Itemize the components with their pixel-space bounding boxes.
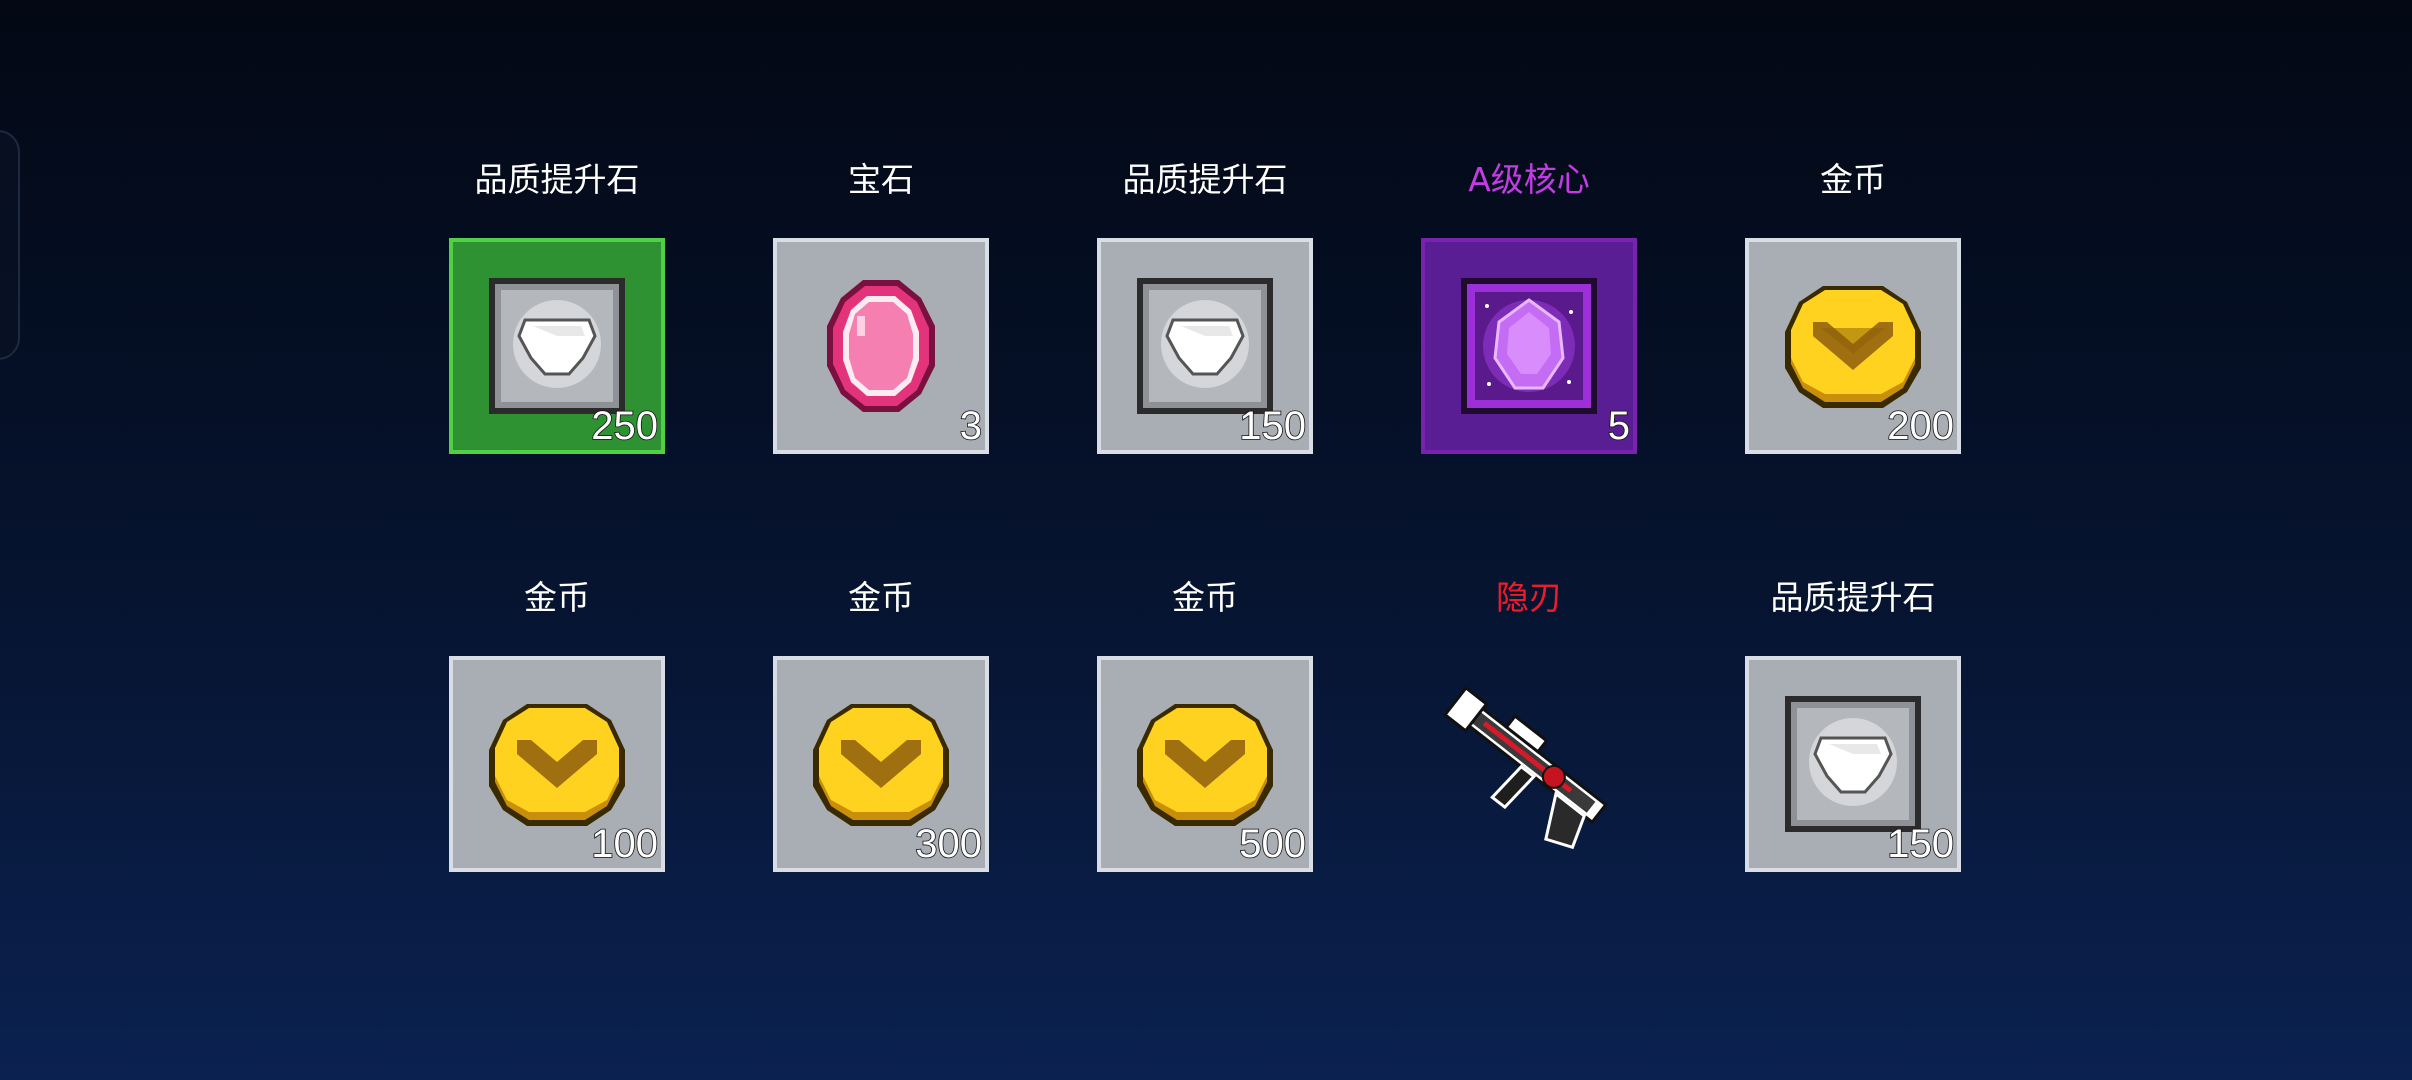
reward-tile[interactable]: 150 (1097, 238, 1313, 454)
reward-name: 宝石 (848, 160, 914, 199)
reward-tile[interactable]: 3 (773, 238, 989, 454)
reward-count: 3 (959, 403, 983, 449)
reward-tile[interactable]: 150 (1745, 656, 1961, 872)
gun-icon (1431, 662, 1627, 858)
reward-tile[interactable]: 300 (773, 656, 989, 872)
reward-tile[interactable]: 5 (1421, 238, 1637, 454)
reward-count: 500 (1238, 821, 1306, 867)
quality-stone-icon (1135, 276, 1275, 416)
quality-stone-icon (1783, 694, 1923, 834)
reward-tile[interactable] (1421, 656, 1637, 872)
reward-tile[interactable]: 200 (1745, 238, 1961, 454)
side-panel-tab[interactable] (0, 130, 20, 360)
gold-coin-icon (1783, 276, 1923, 416)
reward-count: 5 (1607, 403, 1631, 449)
reward-name: 品质提升石 (1770, 578, 1936, 617)
reward-name: 金币 (1820, 160, 1886, 199)
reward-count: 150 (1238, 403, 1306, 449)
reward-tile[interactable]: 100 (449, 656, 665, 872)
reward-name: 金币 (848, 578, 914, 617)
gold-coin-icon (811, 694, 951, 834)
a-core-icon (1459, 276, 1599, 416)
reward-name: 隐刃 (1496, 578, 1562, 617)
reward-name: 金币 (524, 578, 590, 617)
reward-count: 150 (1886, 821, 1954, 867)
reward-name: 品质提升石 (1122, 160, 1288, 199)
gem-icon (811, 276, 951, 416)
reward-name: A级核心 (1468, 160, 1590, 199)
reward-name: 品质提升石 (474, 160, 640, 199)
reward-count: 250 (590, 403, 658, 449)
reward-count: 200 (1886, 403, 1954, 449)
gold-coin-icon (1135, 694, 1275, 834)
reward-count: 100 (590, 821, 658, 867)
reward-tile[interactable]: 250 (449, 238, 665, 454)
reward-count: 300 (914, 821, 982, 867)
reward-name: 金币 (1172, 578, 1238, 617)
quality-stone-icon (487, 276, 627, 416)
reward-tile[interactable]: 500 (1097, 656, 1313, 872)
gold-coin-icon (487, 694, 627, 834)
